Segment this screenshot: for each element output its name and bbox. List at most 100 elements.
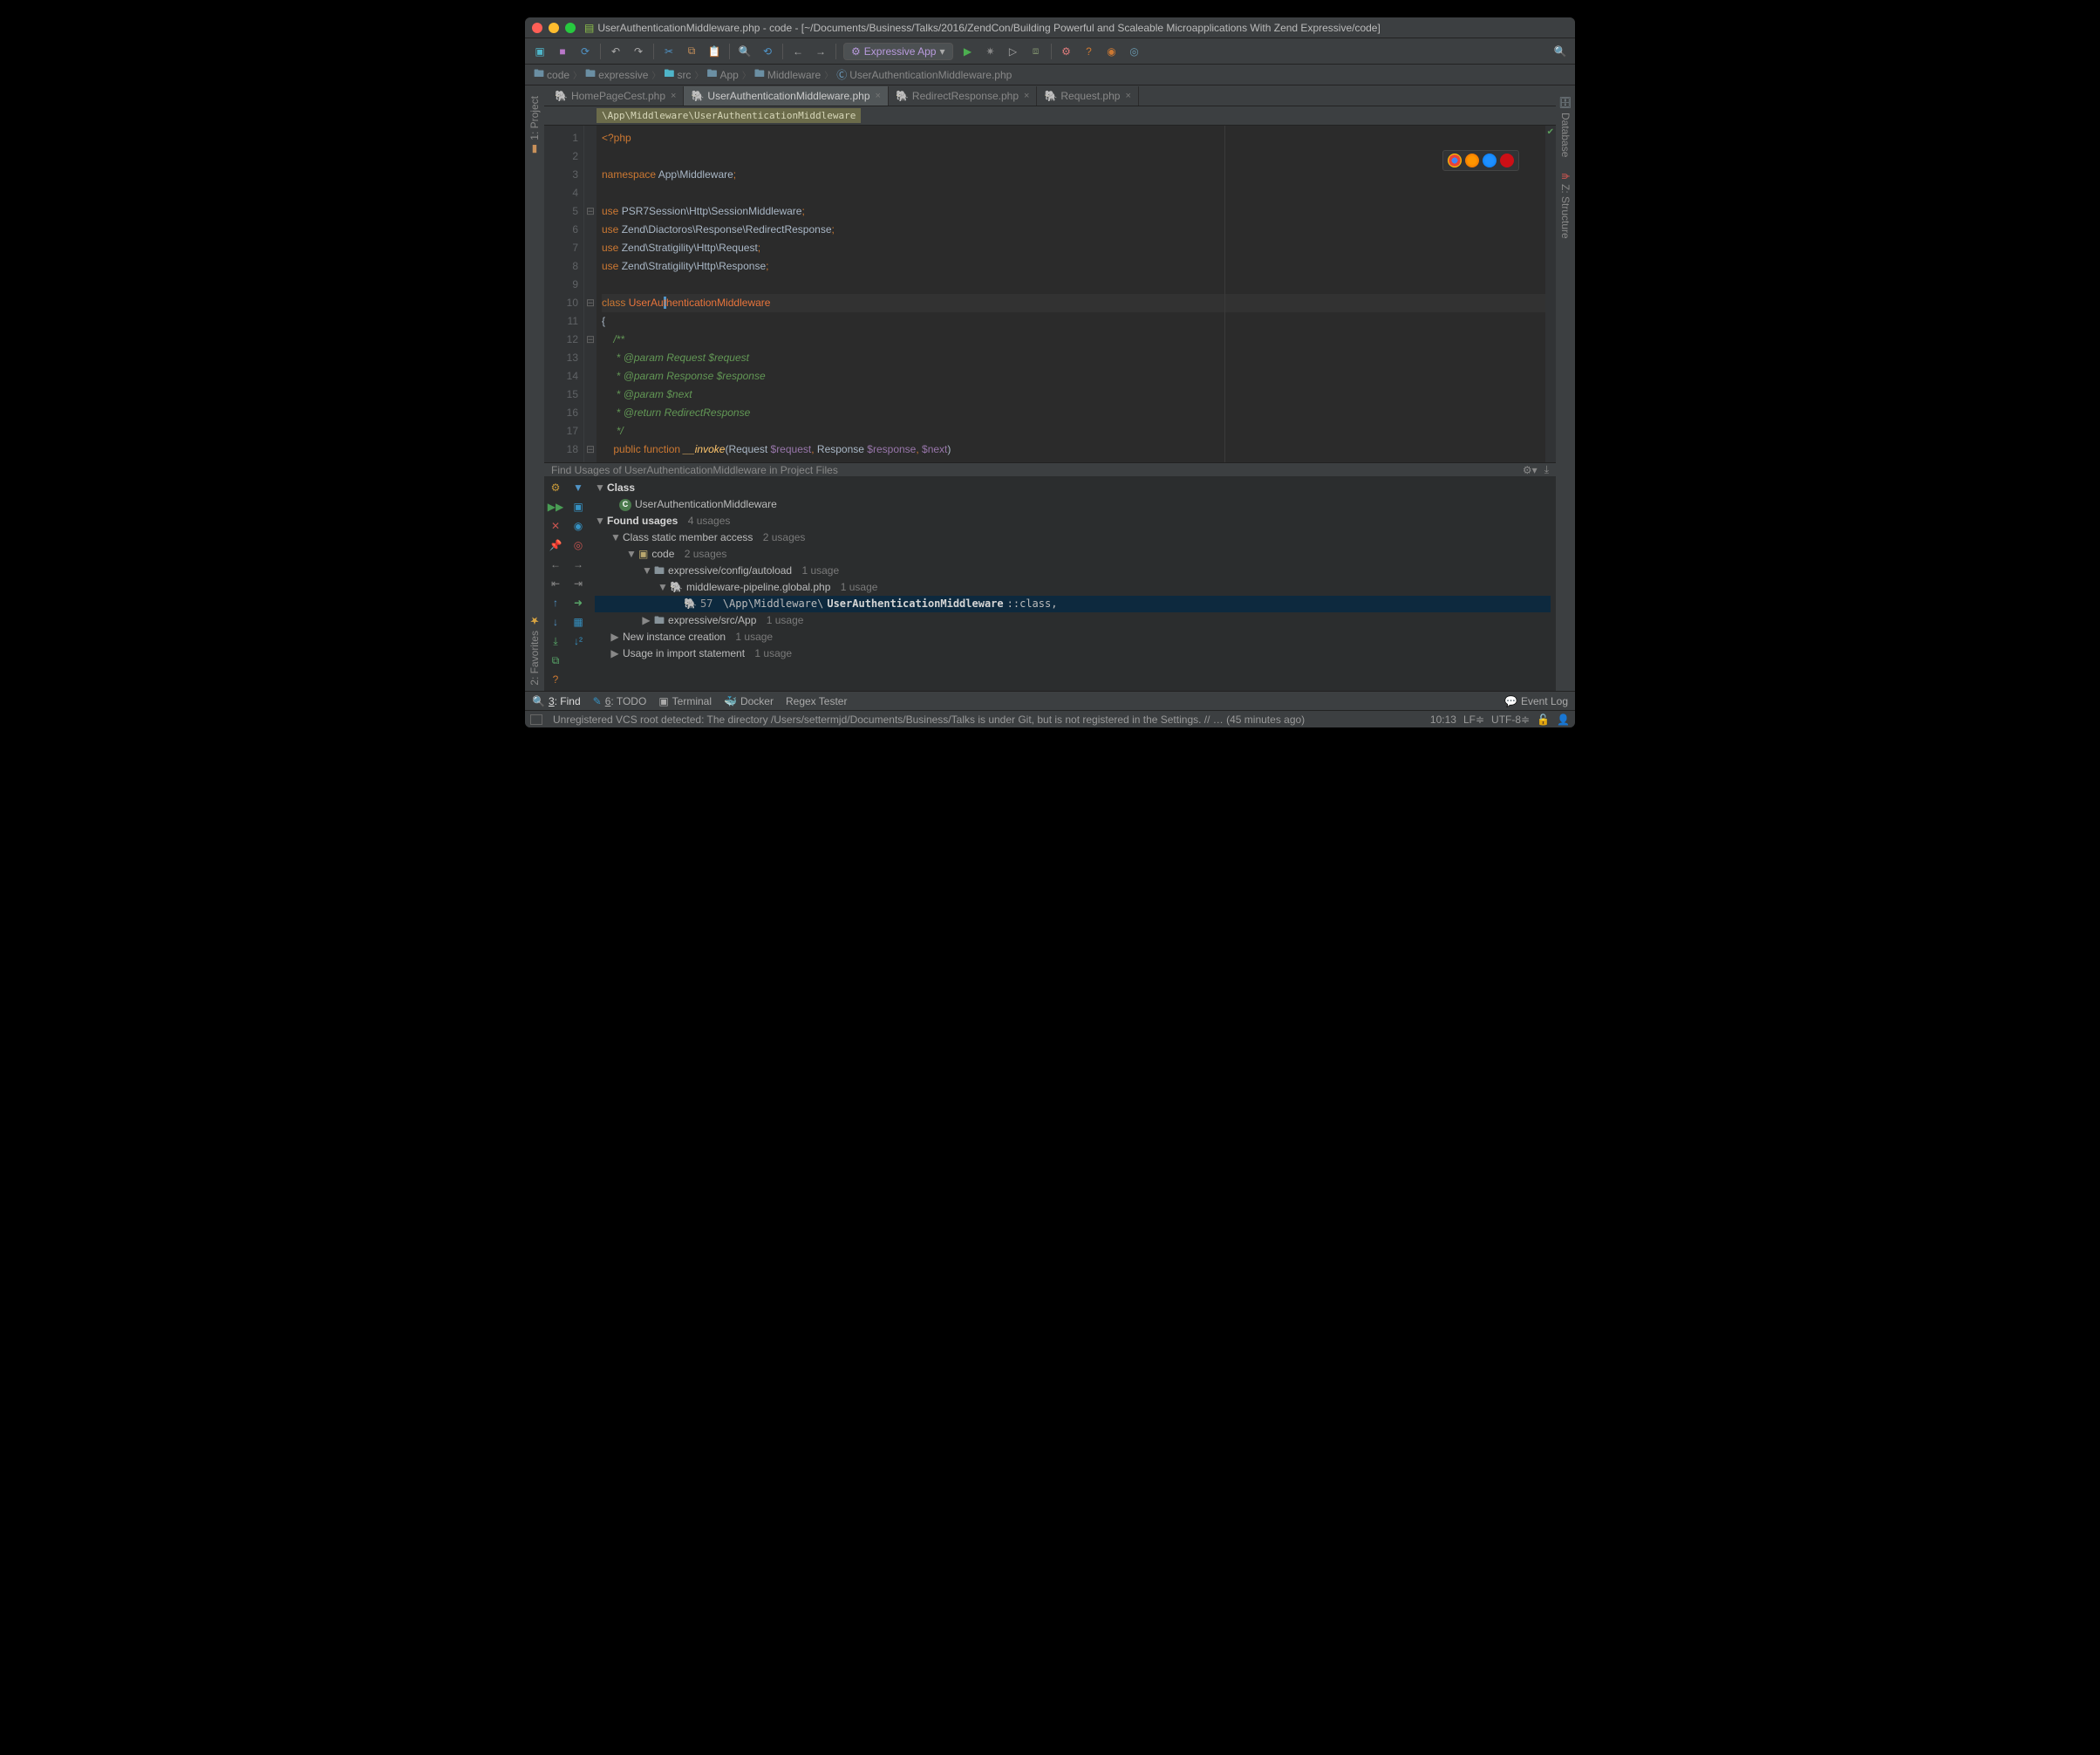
find-title: Find Usages of UserAuthenticationMiddlew… xyxy=(551,464,838,476)
scope-icon[interactable]: ◉ xyxy=(570,518,586,534)
open-icon[interactable]: ▣ xyxy=(532,44,548,59)
breadcrumb-item[interactable]: 🖿expressive xyxy=(583,65,650,84)
chrome-icon[interactable] xyxy=(1448,154,1462,167)
regex-tool-button[interactable]: Regex Tester xyxy=(786,695,847,707)
fold-column[interactable]: ⊟⊟⊟⊟ xyxy=(584,126,597,462)
target-icon[interactable]: ◎ xyxy=(570,537,586,553)
zoom-window-button[interactable] xyxy=(565,23,576,33)
safari-icon[interactable] xyxy=(1483,154,1497,167)
opera-icon[interactable] xyxy=(1500,154,1514,167)
back-icon[interactable]: ← xyxy=(790,44,806,59)
close-icon[interactable]: × xyxy=(1125,91,1130,101)
cursor-position[interactable]: 10:13 xyxy=(1430,714,1456,726)
database-tool-button[interactable]: 🗄 Database xyxy=(1558,91,1573,163)
tree-node[interactable]: ▼Found usages 4 usages xyxy=(595,513,1551,529)
tree-node[interactable]: ▶New instance creation 1 usage xyxy=(595,629,1551,645)
editor-tab[interactable]: 🐘RedirectResponse.php× xyxy=(889,86,1037,106)
usages-tree[interactable]: ▼Class CUserAuthenticationMiddleware ▼Fo… xyxy=(590,476,1556,691)
down-icon[interactable]: ↓ xyxy=(548,614,563,630)
file-encoding[interactable]: UTF-8≑ xyxy=(1491,714,1530,726)
tree-node[interactable]: ▼🖿expressive/config/autoload 1 usage xyxy=(595,563,1551,579)
close-icon[interactable]: ✕ xyxy=(548,518,563,534)
editor-tab-active[interactable]: 🐘UserAuthenticationMiddleware.php× xyxy=(684,86,889,106)
minimize-window-button[interactable] xyxy=(549,23,559,33)
find-tool-button[interactable]: 🔍3: Find xyxy=(532,695,581,707)
settings-icon[interactable]: ⚙ xyxy=(1059,44,1074,59)
coverage-icon[interactable]: ▷ xyxy=(1006,44,1021,59)
tree-node[interactable]: ▶🖿expressive/src/App 1 usage xyxy=(595,612,1551,629)
todo-tool-button[interactable]: ✎6: TODO xyxy=(593,695,647,707)
breadcrumb-item[interactable]: 🖿code xyxy=(532,65,571,84)
expand-icon[interactable]: ⇥ xyxy=(570,576,586,591)
cut-icon[interactable]: ✂ xyxy=(661,44,677,59)
terminal-tool-button[interactable]: ▣Terminal xyxy=(658,695,712,707)
rerun-icon[interactable]: ▶▶ xyxy=(548,499,563,515)
usage-row[interactable]: 🐘57 \App\Middleware\UserAuthenticationMi… xyxy=(595,596,1551,612)
copy-icon[interactable]: ⧉ xyxy=(548,652,563,668)
tree-node[interactable]: ▼Class static member access 2 usages xyxy=(595,529,1551,546)
preview-icon[interactable]: ▦ xyxy=(570,614,586,630)
sort-icon[interactable]: ↓² xyxy=(570,633,586,649)
gear-icon[interactable]: ⚙▾ xyxy=(1523,464,1538,476)
tree-node[interactable]: ▼🐘middleware-pipeline.global.php 1 usage xyxy=(595,579,1551,596)
autoscroll-icon[interactable]: ➜ xyxy=(570,595,586,611)
up-icon[interactable]: ↑ xyxy=(548,595,563,611)
favorites-tool-button[interactable]: 2: Favorites ★ xyxy=(527,610,542,691)
breadcrumb-item[interactable]: 🖿App xyxy=(705,65,740,84)
copy-icon[interactable]: ⧉ xyxy=(684,44,699,59)
breadcrumb-item[interactable]: 🖿src xyxy=(662,65,692,84)
close-icon[interactable]: × xyxy=(671,91,676,101)
forward-icon[interactable]: → xyxy=(813,44,828,59)
settings-icon[interactable]: ⚙ xyxy=(548,480,563,495)
tree-node[interactable]: ▶Usage in import statement 1 usage xyxy=(595,645,1551,662)
hector-icon[interactable]: 👤 xyxy=(1557,714,1570,726)
error-stripe[interactable]: ✔ xyxy=(1545,126,1556,462)
close-icon[interactable]: × xyxy=(1024,91,1029,101)
replace-icon[interactable]: ⟲ xyxy=(760,44,775,59)
redo-icon[interactable]: ↷ xyxy=(631,44,646,59)
filter-icon[interactable]: ▼ xyxy=(570,480,586,495)
tool-window-toggle[interactable] xyxy=(530,714,542,725)
tree-node[interactable]: ▼Class xyxy=(595,480,1551,496)
breadcrumb-item[interactable]: ⒸUserAuthenticationMiddleware.php xyxy=(835,67,1013,82)
tree-node[interactable]: CUserAuthenticationMiddleware xyxy=(595,496,1551,513)
line-separator[interactable]: LF≑ xyxy=(1463,714,1484,726)
search-everywhere-icon[interactable]: 🔍 xyxy=(1552,44,1568,59)
export-icon[interactable]: ⤓ xyxy=(1544,463,1549,476)
prev-icon[interactable]: ← xyxy=(548,557,563,572)
code-editor[interactable]: 123456789101112131415161718 ⊟⊟⊟⊟ <?php n… xyxy=(544,126,1556,462)
find-icon[interactable]: 🔍 xyxy=(737,44,753,59)
read-only-toggle[interactable]: 🔓 xyxy=(1537,714,1550,726)
firefox-icon[interactable] xyxy=(1465,154,1479,167)
project-tool-button[interactable]: ▮ 1: Project xyxy=(527,91,542,161)
docker-tool-button[interactable]: 🐳Docker xyxy=(724,695,774,707)
debug-icon[interactable]: ✷ xyxy=(983,44,999,59)
more-icon[interactable]: ◎ xyxy=(1127,44,1142,59)
php-icon: 🐘 xyxy=(670,579,683,596)
pin-icon[interactable]: 📌 xyxy=(548,537,563,553)
undo-icon[interactable]: ↶ xyxy=(608,44,624,59)
structure-tool-button[interactable]: ⋔ Z: Structure xyxy=(1558,167,1573,244)
run-config-dropdown[interactable]: ⚙ Expressive App ▾ xyxy=(843,43,953,60)
close-window-button[interactable] xyxy=(532,23,542,33)
stop-icon[interactable]: ⧈ xyxy=(1028,44,1044,59)
help-icon[interactable]: ? xyxy=(548,672,563,687)
editor-tab[interactable]: 🐘Request.php× xyxy=(1037,86,1138,106)
inspect-icon[interactable]: ◉ xyxy=(1104,44,1120,59)
breadcrumb-item[interactable]: 🖿Middleware xyxy=(753,65,822,84)
collapse-icon[interactable]: ⇤ xyxy=(548,576,563,591)
save-icon[interactable]: ■ xyxy=(555,44,570,59)
editor-tab[interactable]: 🐘HomePageCest.php× xyxy=(548,86,684,106)
close-icon[interactable]: × xyxy=(876,91,881,101)
group-icon[interactable]: ▣ xyxy=(570,499,586,515)
help-icon[interactable]: ? xyxy=(1081,44,1097,59)
export-icon[interactable]: ⤓ xyxy=(548,633,563,649)
namespace-path[interactable]: \App\Middleware\UserAuthenticationMiddle… xyxy=(597,108,861,123)
event-log-button[interactable]: 💬Event Log xyxy=(1504,695,1568,707)
run-icon[interactable]: ▶ xyxy=(960,44,976,59)
paste-icon[interactable]: 📋 xyxy=(706,44,722,59)
tree-node[interactable]: ▼▣code 2 usages xyxy=(595,546,1551,563)
code-area[interactable]: <?php namespace App\Middleware; use PSR7… xyxy=(597,126,1545,462)
sync-icon[interactable]: ⟳ xyxy=(577,44,593,59)
next-icon[interactable]: → xyxy=(570,557,586,572)
